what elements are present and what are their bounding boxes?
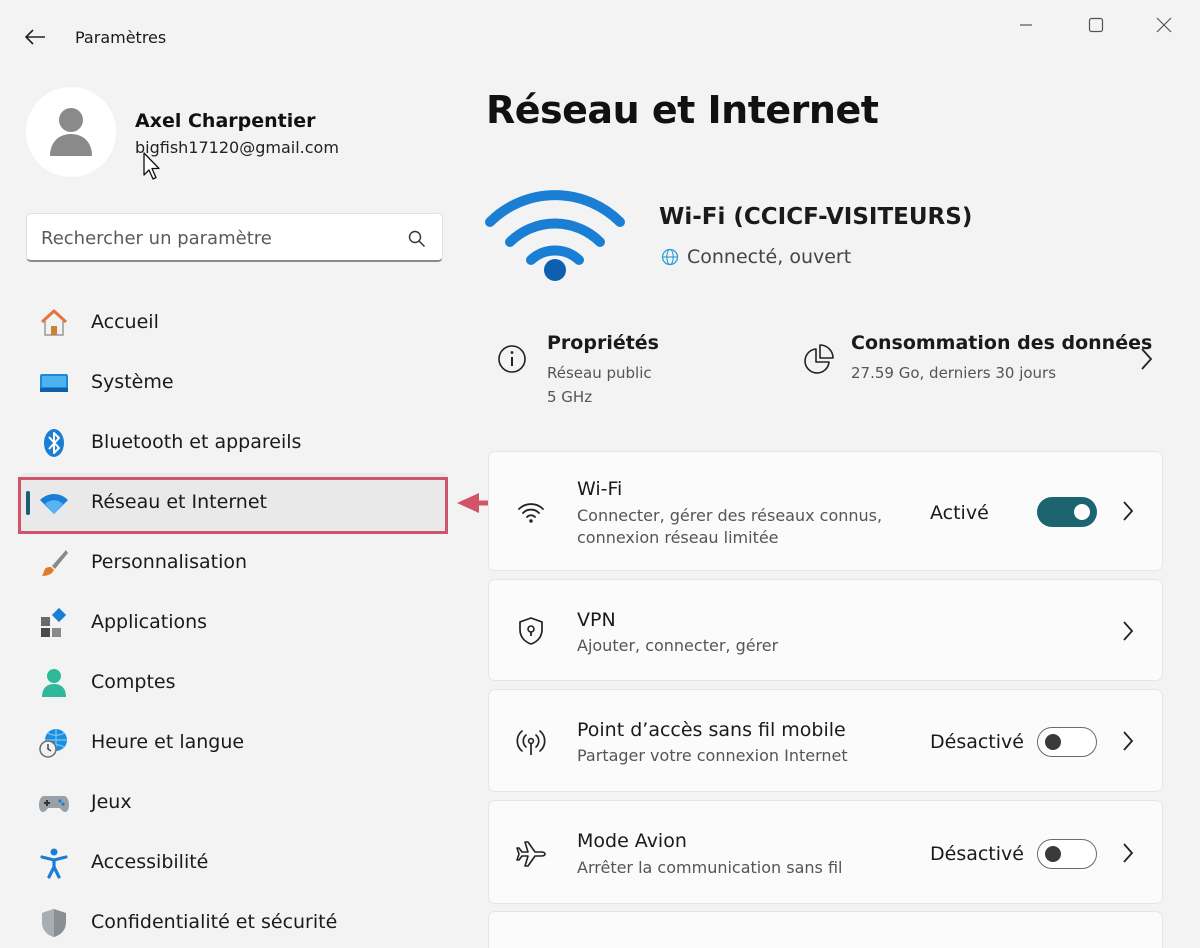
sidebar-item-accessibilite[interactable]: Accessibilité — [20, 833, 448, 893]
minimize-icon — [1020, 24, 1032, 26]
hotspot-state-label: Désactivé — [930, 731, 1024, 753]
toggle-knob — [1074, 504, 1090, 520]
system-icon — [38, 367, 70, 399]
user-silhouette-icon — [50, 108, 92, 156]
maximize-button[interactable] — [1081, 12, 1111, 38]
wifi-card-subtitle: Connecter, gérer des réseaux connus, — [577, 506, 883, 525]
maximize-icon — [1088, 17, 1104, 33]
app-title: Paramètres — [75, 28, 167, 47]
hotspot-toggle[interactable] — [1037, 727, 1097, 757]
wifi-toggle[interactable] — [1037, 497, 1097, 527]
globe-icon — [661, 248, 679, 266]
sidebar-item-accueil[interactable]: Accueil — [20, 293, 448, 353]
wifi-state-label: Activé — [930, 502, 989, 524]
data-usage-title: Consommation des données — [851, 332, 1153, 354]
info-icon — [498, 345, 526, 373]
vpn-card[interactable]: VPN Ajouter, connecter, gérer — [488, 579, 1163, 681]
data-usage-amount: 27.59 Go, derniers 30 jours — [851, 364, 1057, 382]
wifi-card-title: Wi-Fi — [577, 478, 623, 500]
wifi-outline-icon — [515, 496, 547, 528]
settings-window: Paramètres Axel Charpentier bigfish17120… — [0, 0, 1200, 948]
time-language-icon — [38, 727, 70, 759]
toggle-knob — [1045, 846, 1061, 862]
page-title: Réseau et Internet — [486, 88, 879, 132]
sidebar-item-label: Système — [91, 371, 174, 393]
search-input[interactable] — [41, 225, 401, 251]
chevron-right-icon[interactable] — [1119, 841, 1137, 865]
brush-icon — [38, 547, 70, 579]
airplane-state-label: Désactivé — [930, 843, 1024, 865]
sidebar-item-label: Heure et langue — [91, 731, 245, 753]
sidebar-item-applications[interactable]: Applications — [20, 593, 448, 653]
vpn-card-title: VPN — [577, 609, 616, 631]
network-status-text: Connecté, ouvert — [687, 246, 852, 268]
chevron-right-icon[interactable] — [1119, 499, 1137, 523]
hotspot-card-subtitle: Partager votre connexion Internet — [577, 746, 848, 765]
hotspot-icon — [515, 726, 547, 758]
sidebar-item-personnalisation[interactable]: Personnalisation — [20, 533, 448, 593]
user-email: bigfish17120@gmail.com — [135, 138, 339, 157]
airplane-card[interactable]: Mode Avion Arrêter la communication sans… — [488, 800, 1163, 904]
data-usage-link[interactable]: Consommation des données 27.59 Go, derni… — [802, 330, 1162, 400]
chevron-right-icon[interactable] — [1136, 346, 1156, 372]
search-box[interactable] — [26, 213, 443, 262]
airplane-card-title: Mode Avion — [577, 830, 687, 852]
airplane-card-subtitle: Arrêter la communication sans fil — [577, 858, 843, 877]
sidebar-item-jeux[interactable]: Jeux — [20, 773, 448, 833]
sidebar-item-heure-langue[interactable]: Heure et langue — [20, 713, 448, 773]
toggle-knob — [1045, 734, 1061, 750]
hotspot-card-title: Point d’accès sans fil mobile — [577, 719, 846, 741]
close-button[interactable] — [1149, 12, 1179, 38]
wifi-large-icon — [485, 190, 625, 281]
sidebar-item-label: Bluetooth et appareils — [91, 431, 302, 453]
network-status: Connecté, ouvert — [661, 246, 851, 268]
sidebar-item-label: Jeux — [91, 791, 132, 813]
airplane-icon — [515, 838, 547, 870]
vpn-card-subtitle: Ajouter, connecter, gérer — [577, 636, 779, 655]
close-icon — [1156, 17, 1172, 33]
properties-title: Propriétés — [547, 332, 659, 354]
accessibility-icon — [38, 847, 70, 879]
chevron-right-icon[interactable] — [1119, 729, 1137, 753]
search-icon[interactable] — [408, 230, 426, 248]
sidebar-item-systeme[interactable]: Système — [20, 353, 448, 413]
sidebar-item-label: Accueil — [91, 311, 159, 333]
gamepad-icon — [38, 787, 70, 819]
pie-chart-icon — [804, 344, 834, 374]
back-arrow-icon — [24, 29, 45, 45]
sidebar-item-comptes[interactable]: Comptes — [20, 653, 448, 713]
chevron-right-icon[interactable] — [1119, 619, 1137, 643]
next-card-partial[interactable] — [488, 911, 1163, 948]
wifi-card-subtitle-2: connexion réseau limitée — [577, 528, 779, 547]
properties-link[interactable]: Propriétés Réseau public 5 GHz — [497, 330, 777, 420]
sidebar-item-confidentialite[interactable]: Confidentialité et sécurité — [20, 893, 448, 948]
account-icon — [38, 667, 70, 699]
properties-band: 5 GHz — [547, 388, 593, 406]
annotation-highlight-box — [18, 477, 448, 534]
bluetooth-icon — [38, 427, 70, 459]
apps-icon — [38, 607, 70, 639]
minimize-button[interactable] — [1011, 12, 1041, 38]
network-name: Wi-Fi (CCICF-VISITEURS) — [659, 204, 973, 230]
sidebar-item-label: Comptes — [91, 671, 176, 693]
shield-icon — [38, 907, 70, 939]
airplane-toggle[interactable] — [1037, 839, 1097, 869]
sidebar-nav: Accueil Système Bluetooth et appareils R… — [20, 293, 448, 948]
back-button[interactable] — [22, 24, 48, 50]
hotspot-card[interactable]: Point d’accès sans fil mobile Partager v… — [488, 689, 1163, 792]
home-icon — [38, 307, 70, 339]
sidebar-item-label: Accessibilité — [91, 851, 209, 873]
sidebar-item-bluetooth[interactable]: Bluetooth et appareils — [20, 413, 448, 473]
sidebar-item-label: Confidentialité et sécurité — [91, 911, 338, 933]
mouse-cursor-icon — [143, 152, 160, 180]
title-bar: Paramètres — [0, 0, 1200, 70]
properties-network-type: Réseau public — [547, 364, 652, 382]
avatar[interactable] — [26, 87, 116, 177]
user-name: Axel Charpentier — [135, 110, 316, 132]
sidebar-item-label: Applications — [91, 611, 208, 633]
wifi-card[interactable]: Wi-Fi Connecter, gérer des réseaux connu… — [488, 451, 1163, 571]
shield-lock-icon — [515, 615, 547, 647]
sidebar-item-label: Personnalisation — [91, 551, 248, 573]
